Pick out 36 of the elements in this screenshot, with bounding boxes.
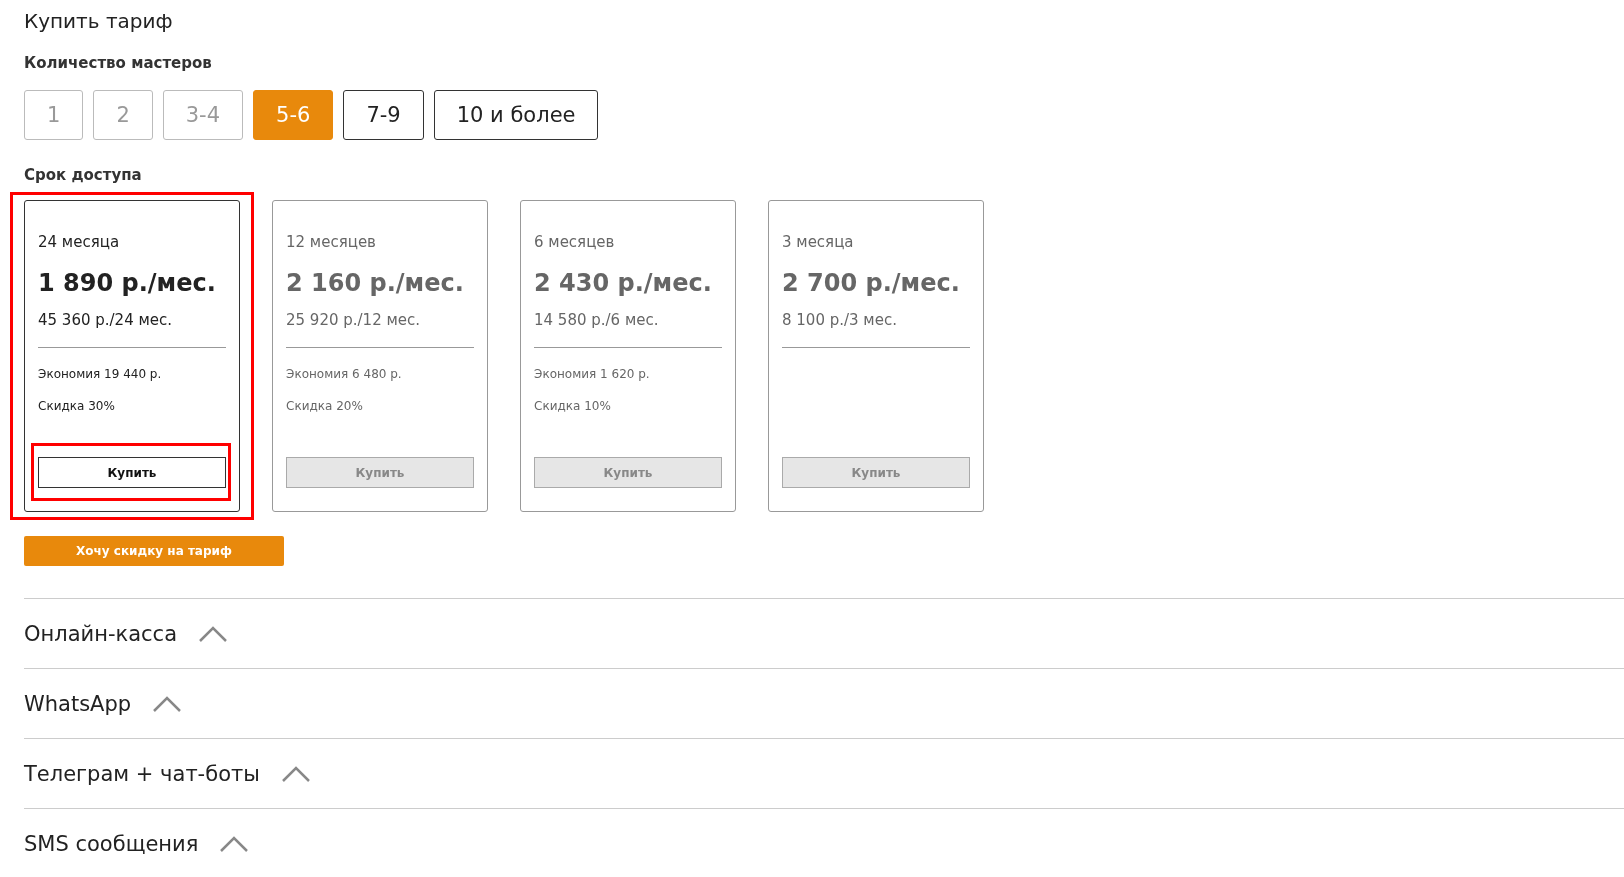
plan-period: 24 месяца xyxy=(38,232,121,253)
plan-savings: Экономия 1 620 р. xyxy=(534,366,651,382)
buy-button[interactable]: Купить xyxy=(38,457,226,488)
plan-total: 8 100 р./3 мес. xyxy=(782,310,898,331)
plan-price: 2 160 р./мес. xyxy=(286,268,465,299)
plan-card[interactable]: 6 месяцев 2 430 р./мес. 14 580 р./6 мес. Экономия 1 620 р. Скидка 10% Купить xyxy=(520,200,736,512)
plan-price: 2 430 р./мес. xyxy=(534,268,713,299)
plan-period: 6 месяцев xyxy=(534,232,616,253)
plan-period: 3 месяца xyxy=(782,232,855,253)
plan-total: 25 920 р./12 мес. xyxy=(286,310,421,331)
page-title: Купить тариф xyxy=(24,8,174,35)
plan-savings: Экономия 19 440 р. xyxy=(38,366,163,382)
plan-card[interactable]: 3 месяца 2 700 р./мес. 8 100 р./3 мес. Купить xyxy=(768,200,984,512)
plan-card[interactable]: 24 месяца 1 890 р./мес. 45 360 р./24 мес. Экономия 19 440 р. Скидка 30% Купить xyxy=(24,200,240,512)
chevron-up-icon[interactable] xyxy=(153,695,182,712)
section-label: Срок доступа xyxy=(24,165,143,186)
chevron-up-icon[interactable] xyxy=(220,835,249,852)
plan-discount: Скидка 30% xyxy=(38,398,116,414)
accordion-title[interactable]: SMS сообщения xyxy=(24,831,199,856)
master-count-option[interactable]: 7-9 xyxy=(343,90,424,140)
plan-period: 12 месяцев xyxy=(286,232,377,253)
plan-total: 45 360 р./24 мес. xyxy=(38,310,173,331)
chevron-up-icon[interactable] xyxy=(199,625,228,642)
plan-card[interactable]: 12 месяцев 2 160 р./мес. 25 920 р./12 мес. Экономия 6 480 р. Скидка 20% Купить xyxy=(272,200,488,512)
accordion-title[interactable]: Онлайн-касса xyxy=(24,621,178,646)
accordion-title[interactable]: Телеграм + чат-боты xyxy=(24,761,260,786)
chevron-up-icon[interactable] xyxy=(281,765,310,782)
plan-discount: Скидка 10% xyxy=(534,398,612,414)
plan-savings: Экономия 6 480 р. xyxy=(286,366,403,382)
plan-price: 2 700 р./мес. xyxy=(782,268,961,299)
section-label: Количество мастеров xyxy=(24,53,213,74)
master-count-option[interactable]: 10 и более xyxy=(433,90,599,140)
accordion-title[interactable]: WhatsApp xyxy=(24,691,132,716)
plan-price: 1 890 р./мес. xyxy=(38,268,217,299)
plan-discount: Скидка 20% xyxy=(286,398,364,414)
plan-total: 14 580 р./6 мес. xyxy=(534,310,660,331)
